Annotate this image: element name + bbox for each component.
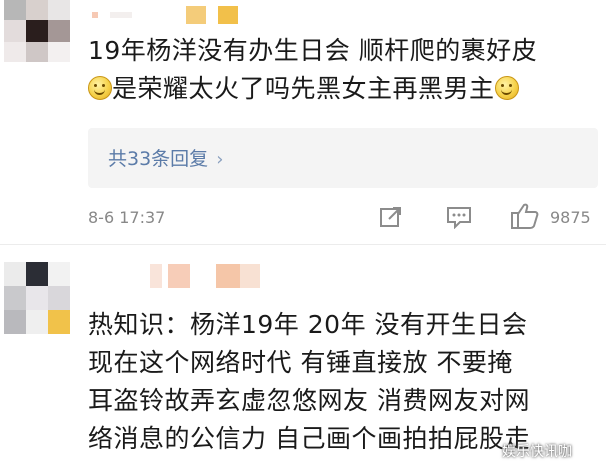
view-replies-link[interactable]: 共33条回复 › — [108, 144, 223, 171]
divider — [0, 244, 606, 245]
comment-line: 19年杨洋没有办生日会 顺杆爬的裹好皮 — [88, 36, 538, 65]
comment-text: 热知识：杨洋19年 20年 没有开生日会 现在这个网络时代 有锤直接放 不要掩 … — [88, 306, 598, 458]
timestamp: 8-6 17:37 — [88, 208, 166, 227]
comment-icon[interactable] — [446, 205, 472, 230]
replies-count-label: 共33条回复 — [108, 148, 209, 170]
replies-panel: 共33条回复 › — [88, 128, 598, 188]
like-count: 9875 — [550, 208, 591, 227]
smile-emoji-icon — [494, 76, 519, 100]
username[interactable] — [92, 6, 252, 26]
share-icon[interactable] — [379, 205, 403, 229]
comment-line-with-emoji: 是荣耀太火了吗先黑女主再黑男主 — [88, 70, 598, 108]
avatar[interactable] — [4, 0, 70, 62]
comment-line: 是荣耀太火了吗先黑女主再黑男主 — [112, 74, 495, 103]
comment-line: 耳盗铃故弄玄虚忽悠网友 消费网友对网 — [88, 386, 530, 415]
comment-line: 现在这个网络时代 有锤直接放 不要掩 — [88, 348, 513, 377]
chevron-right-icon: › — [216, 149, 224, 170]
smile-emoji-icon — [88, 76, 112, 100]
like-icon[interactable] — [510, 202, 540, 230]
comment-line: 热知识：杨洋19年 20年 没有开生日会 — [88, 310, 528, 339]
avatar[interactable] — [4, 262, 70, 334]
comment-text: 19年杨洋没有办生日会 顺杆爬的裹好皮 是荣耀太火了吗先黑女主再黑男主 — [88, 32, 598, 108]
watermark: 娱乐快讯咖 — [502, 444, 572, 460]
username[interactable] — [150, 262, 270, 288]
